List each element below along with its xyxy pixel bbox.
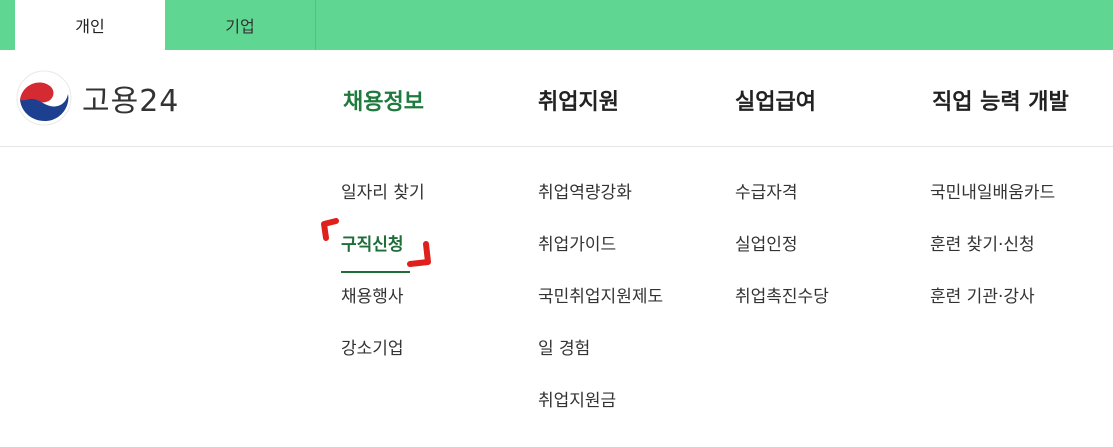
submenu-employment-guide[interactable]: 취업가이드 — [538, 230, 663, 282]
submenu-unemployment-benefits: 수급자격 실업인정 취업촉진수당 — [735, 178, 829, 334]
submenu-eligibility[interactable]: 수급자격 — [735, 178, 829, 230]
submenu-job-application[interactable]: 구직신청 — [341, 230, 425, 282]
submenu-unemployment-recognition[interactable]: 실업인정 — [735, 230, 829, 282]
submenu-employment-support: 취업역량강화 취업가이드 국민취업지원제도 일 경험 취업지원금 — [538, 178, 663, 438]
tab-business[interactable]: 기업 — [165, 0, 316, 50]
submenu-work-experience[interactable]: 일 경험 — [538, 334, 663, 386]
submenu-hiring-events[interactable]: 채용행사 — [341, 282, 425, 334]
submenu-vocational-training: 국민내일배움카드 훈련 찾기·신청 훈련 기관·강사 — [930, 178, 1055, 334]
submenu-training-search-apply[interactable]: 훈련 찾기·신청 — [930, 230, 1055, 282]
gnb-employment-support[interactable]: 취업지원 — [538, 84, 619, 116]
submenu-employment-subsidy[interactable]: 취업지원금 — [538, 386, 663, 438]
submenu-reemployment-allowance[interactable]: 취업촉진수당 — [735, 282, 829, 334]
submenu-national-training-card[interactable]: 국민내일배움카드 — [930, 178, 1055, 230]
submenu-employment-capacity[interactable]: 취업역량강화 — [538, 178, 663, 230]
taegeuk-logo-icon — [16, 70, 72, 126]
submenu-training-institutions[interactable]: 훈련 기관·강사 — [930, 282, 1055, 334]
submenu-recruitment: 일자리 찾기 구직신청 채용행사 강소기업 — [341, 178, 425, 386]
logo-text: 고용24 — [82, 84, 180, 119]
submenu-small-strong-companies[interactable]: 강소기업 — [341, 334, 425, 386]
logo[interactable]: 고용24 — [16, 70, 179, 126]
top-tab-bar: 개인 기업 — [0, 0, 1113, 50]
submenu-job-search[interactable]: 일자리 찾기 — [341, 178, 425, 230]
gnb-unemployment-benefits[interactable]: 실업급여 — [735, 84, 816, 116]
tab-personal[interactable]: 개인 — [15, 0, 165, 50]
gnb-vocational-training[interactable]: 직업 능력 개발 — [932, 84, 1069, 116]
submenu-job-application-label: 구직신청 — [341, 235, 404, 255]
active-underline — [341, 271, 410, 274]
gnb-recruitment-info[interactable]: 채용정보 — [343, 84, 424, 116]
submenu-national-employment-support[interactable]: 국민취업지원제도 — [538, 282, 663, 334]
